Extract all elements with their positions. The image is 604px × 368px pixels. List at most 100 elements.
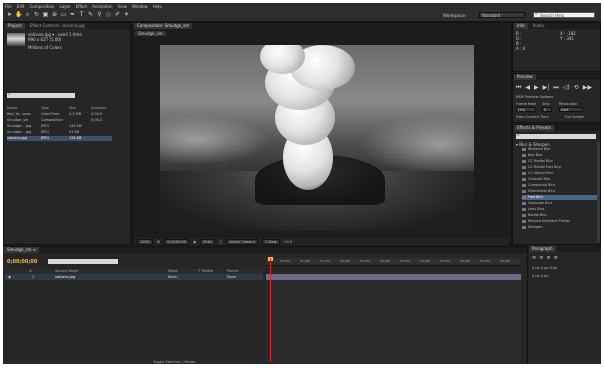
layer-row[interactable]: ◉ 1 volcano.jpg Norm None — [5, 274, 263, 280]
resolution-select[interactable]: (Full) — [200, 238, 215, 245]
puppet-tool-icon[interactable]: ✶ — [123, 11, 130, 19]
zoom-tool-icon[interactable]: ⌕ — [24, 11, 31, 19]
rotate-tool-icon[interactable]: ↻ — [33, 11, 40, 19]
layer-mode[interactable]: Norm — [168, 274, 178, 280]
tab-project[interactable]: Project — [5, 23, 25, 29]
align-left-icon[interactable]: ≡ — [532, 255, 536, 261]
menu-view[interactable]: View — [118, 4, 128, 9]
type-tool-icon[interactable]: T — [78, 11, 85, 19]
effect-item[interactable]: CC Vector Blur — [522, 171, 600, 176]
layer-name[interactable]: volcano.jpg — [55, 274, 75, 280]
ram-options-label[interactable]: RAM Preview Options — [516, 95, 553, 99]
grid-icon[interactable]: ⊞ — [157, 240, 160, 244]
align-right-icon[interactable]: ≡ — [546, 255, 550, 261]
workspace-select[interactable]: Standard — [479, 12, 525, 18]
loop-icon[interactable]: ⟲ — [574, 84, 579, 92]
roto-brush-tool-icon[interactable]: ✐ — [114, 11, 121, 19]
time-ruler[interactable]: 00:15f 01:00f 01:15f 02:00f 02:15f 03:00… — [266, 258, 521, 266]
align-center-icon[interactable]: ≡ — [539, 255, 543, 261]
region-icon[interactable]: ▢ — [219, 240, 222, 244]
tab-timeline[interactable]: Smudge_sm ≡ — [4, 247, 40, 253]
current-time[interactable]: 0;00;00;00 — [163, 238, 190, 245]
effect-item[interactable]: Reduce Interlace Flicker — [522, 219, 600, 224]
menu-animation[interactable]: Animation — [92, 4, 112, 9]
effect-item[interactable]: Channel Blur — [522, 177, 600, 182]
effect-item[interactable]: Sharpen — [522, 225, 600, 230]
tab-composition[interactable]: Composition: Smudge_sm — [134, 23, 193, 29]
clone-stamp-tool-icon[interactable]: ⚲ — [96, 11, 103, 19]
play-icon[interactable]: ▶ — [534, 84, 539, 92]
space-row[interactable]: 0 px 0 px — [532, 274, 548, 278]
camera-tool-icon[interactable]: ▣ — [42, 11, 49, 19]
views-select[interactable]: 1 View — [261, 238, 280, 245]
effect-item[interactable]: Compound Blur — [522, 183, 600, 188]
tab-preview[interactable]: Preview — [514, 74, 536, 80]
project-row[interactable]: Red_Ye...aves QuickTime 3.2 MB 0;00;0 — [7, 112, 112, 117]
project-row[interactable]: Smudge....jpg JPEG 53 KB — [7, 130, 112, 135]
col-size[interactable]: Size — [69, 106, 91, 111]
col-duration[interactable]: Duration — [91, 106, 111, 111]
layer-parent[interactable]: None — [227, 274, 236, 280]
tab-audio[interactable]: Audio — [529, 23, 547, 29]
effect-item[interactable]: Gaussian Blur — [522, 201, 600, 206]
last-frame-icon[interactable]: ⏭ — [553, 84, 558, 92]
comp-subtab[interactable]: Smudge_sm — [135, 31, 166, 36]
col-name[interactable]: Name — [7, 106, 41, 111]
exposure-value[interactable]: +0.0 — [284, 240, 293, 244]
next-frame-icon[interactable]: ▶| — [543, 84, 550, 92]
from-current-checkbox[interactable]: From Current Time — [516, 115, 549, 119]
pen-tool-icon[interactable]: ✒ — [69, 11, 76, 19]
first-frame-icon[interactable]: ⏮ — [516, 84, 521, 92]
timeline-search-input[interactable] — [48, 259, 118, 264]
search-help-input[interactable]: Search Help — [533, 12, 595, 18]
menu-help[interactable]: Help — [153, 4, 162, 9]
effects-search-input[interactable] — [516, 132, 596, 139]
tab-effects-presets[interactable]: Effects & Presets — [514, 125, 554, 131]
indent-row[interactable]: 0 px 0 px 0 px — [532, 266, 557, 270]
tab-paragraph[interactable]: Paragraph — [529, 246, 556, 252]
effect-item[interactable]: Box Blur — [522, 153, 600, 158]
ram-preview-icon[interactable]: ▶▶ — [583, 84, 592, 92]
menu-file[interactable]: File — [5, 4, 12, 9]
justify-icon[interactable]: ≡ — [554, 255, 558, 261]
effect-item[interactable]: Directional Blur — [522, 189, 600, 194]
effect-item[interactable]: Lens Blur — [522, 207, 600, 212]
timeline-track-area[interactable] — [266, 280, 521, 362]
project-search-input[interactable] — [7, 91, 75, 98]
tab-effect-controls[interactable]: Effect Controls: volcano.jpg — [26, 23, 88, 29]
menu-edit[interactable]: Edit — [17, 4, 25, 9]
mask-tool-icon[interactable]: ▭ — [60, 11, 67, 19]
snapshot-icon[interactable]: ◉ — [193, 240, 196, 244]
col-type[interactable]: Type — [41, 106, 69, 111]
zoom-select[interactable]: 100% — [137, 238, 154, 245]
project-row[interactable]: Smudge_sm Composition 0;00;2 — [7, 118, 112, 123]
hand-tool-icon[interactable]: ✋ — [15, 11, 22, 19]
visibility-icon[interactable]: ◉ — [8, 274, 11, 280]
effects-scrollbar[interactable] — [597, 142, 600, 242]
menu-composition[interactable]: Composition — [29, 4, 54, 9]
audio-icon[interactable]: ◁) — [563, 84, 570, 92]
full-screen-checkbox[interactable]: Full Screen — [565, 115, 584, 119]
menu-effect[interactable]: Effect — [76, 4, 88, 9]
skip-field[interactable]: 0 — [542, 107, 552, 112]
eraser-tool-icon[interactable]: ◇ — [105, 11, 112, 19]
toggle-switches-modes[interactable]: Toggle Switches / Modes — [153, 360, 196, 364]
project-row[interactable]: Smudge....jpg JPEG 140 KB — [7, 124, 112, 129]
current-time-indicator[interactable] — [270, 258, 271, 362]
effect-item[interactable]: CC Radial Blur — [522, 159, 600, 164]
menu-window[interactable]: Window — [132, 4, 148, 9]
tab-info[interactable]: Info — [514, 23, 528, 29]
project-row-selected[interactable]: volcano.jpg JPEG 132 KB — [7, 136, 112, 141]
effect-item[interactable]: Radial Blur — [522, 213, 600, 218]
brush-tool-icon[interactable]: ✎ — [87, 11, 94, 19]
pan-behind-tool-icon[interactable]: ⊕ — [51, 11, 58, 19]
menu-layer[interactable]: Layer — [59, 4, 70, 9]
prev-frame-icon[interactable]: ◀ — [525, 84, 530, 92]
effect-item[interactable]: Bilateral Blur — [522, 147, 600, 152]
camera-select[interactable]: Active Camera — [226, 238, 258, 245]
selection-tool-icon[interactable]: ➤ — [6, 11, 13, 19]
resolution-select[interactable]: Half — [559, 107, 583, 112]
effect-item[interactable]: CC Radial Fast Blur — [522, 165, 600, 170]
frame-rate-select[interactable]: (30) — [516, 107, 536, 112]
effect-item-selected[interactable]: Fast Blur — [522, 195, 600, 200]
